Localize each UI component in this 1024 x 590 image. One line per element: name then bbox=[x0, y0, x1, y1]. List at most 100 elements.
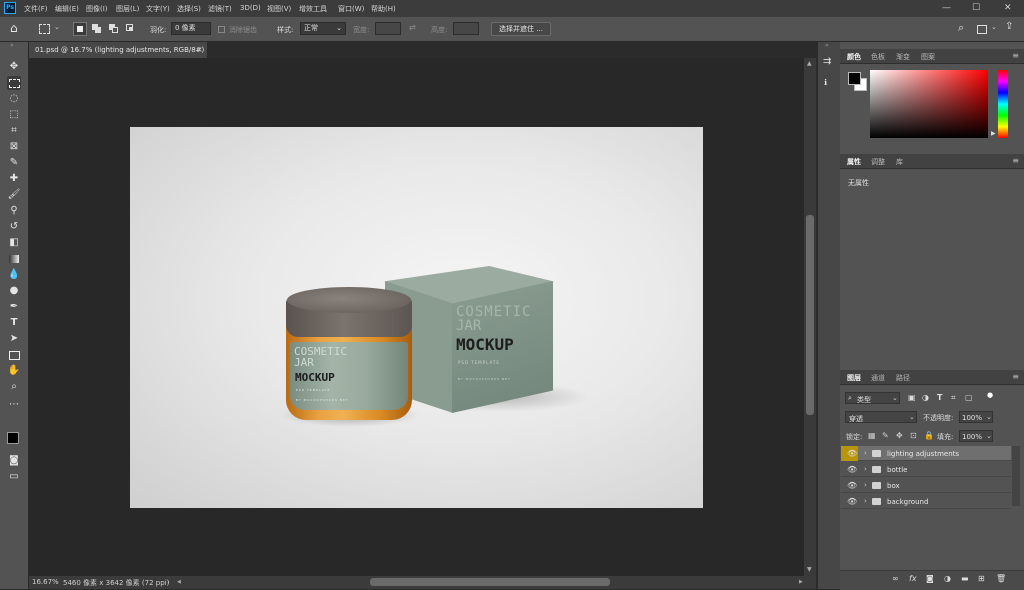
lock-all-icon[interactable]: 🔒 bbox=[924, 431, 934, 440]
link-layers-icon[interactable]: ∞ bbox=[892, 574, 899, 583]
layer-row[interactable]: 👁 › background bbox=[841, 494, 1011, 509]
menu-layer[interactable]: 图层(L) bbox=[116, 4, 139, 14]
foreground-color-swatch[interactable] bbox=[7, 432, 19, 444]
horizontal-scroll-thumb[interactable] bbox=[370, 578, 610, 586]
width-input[interactable] bbox=[375, 22, 401, 35]
tab-channels[interactable]: 通道 bbox=[871, 373, 885, 383]
swap-width-height-icon[interactable]: ⇄ bbox=[409, 23, 416, 32]
pen-tool-icon[interactable]: ✒ bbox=[7, 300, 21, 314]
more-tools-icon[interactable]: ⋯ bbox=[7, 398, 21, 412]
style-select[interactable]: 正常 ⌄ bbox=[300, 22, 346, 35]
panel-menu-icon[interactable]: ≡ bbox=[1012, 156, 1019, 165]
menu-help[interactable]: 帮助(H) bbox=[371, 4, 396, 14]
status-menu-arrow-icon[interactable]: › bbox=[167, 578, 170, 586]
document-tab[interactable]: 01.psd @ 16.7% (lighting adjustments, RG… bbox=[29, 42, 208, 58]
dodge-tool-icon[interactable]: ● bbox=[7, 284, 21, 298]
history-brush-tool-icon[interactable]: ↺ bbox=[7, 220, 21, 234]
type-tool-icon[interactable]: T bbox=[7, 316, 21, 330]
hand-tool-icon[interactable]: ✋ bbox=[7, 364, 21, 378]
layer-filter-select[interactable]: ⌕ 类型 ⌄ bbox=[845, 392, 900, 404]
panel-menu-icon[interactable]: ≡ bbox=[1012, 51, 1019, 60]
layer-row[interactable]: 👁 › bottle bbox=[841, 462, 1011, 477]
move-tool-icon[interactable]: ✥ bbox=[7, 60, 21, 74]
feather-input[interactable]: 0 像素 bbox=[171, 22, 211, 35]
menu-edit[interactable]: 编辑(E) bbox=[55, 4, 79, 14]
marquee-preset-picker[interactable]: ⌄ bbox=[36, 22, 64, 36]
crop-tool-icon[interactable]: ⌗ bbox=[7, 124, 21, 138]
new-layer-icon[interactable]: ⊞ bbox=[978, 574, 985, 583]
screen-mode-icon[interactable]: ▭ bbox=[7, 470, 21, 484]
brush-tool-icon[interactable]: 🖌 bbox=[7, 188, 21, 202]
lock-position-icon[interactable]: ✥ bbox=[896, 431, 903, 440]
chevron-down-icon[interactable]: ⌄ bbox=[991, 23, 997, 31]
menu-3d[interactable]: 3D(D) bbox=[240, 4, 261, 12]
tab-adjustments[interactable]: 调整 bbox=[871, 157, 885, 167]
tab-properties[interactable]: 属性 bbox=[847, 157, 861, 167]
menu-image[interactable]: 图像(I) bbox=[86, 4, 108, 14]
path-select-tool-icon[interactable]: ➤ bbox=[7, 332, 21, 346]
history-panel-icon[interactable]: ⇉ bbox=[823, 56, 831, 67]
minimize-icon[interactable]: — bbox=[942, 3, 951, 13]
new-selection-button[interactable] bbox=[73, 22, 87, 36]
share-icon[interactable]: ⇪ bbox=[1005, 21, 1013, 32]
search-icon[interactable]: ⌕ bbox=[958, 21, 964, 35]
adjustment-layer-icon[interactable]: ◑ bbox=[944, 574, 951, 583]
tab-libraries[interactable]: 库 bbox=[896, 157, 903, 167]
subtract-selection-button[interactable] bbox=[107, 22, 121, 36]
lock-image-icon[interactable]: ✎ bbox=[882, 431, 889, 440]
chevron-right-icon[interactable]: › bbox=[864, 449, 867, 457]
height-input[interactable] bbox=[453, 22, 479, 35]
layer-row[interactable]: 👁 › box bbox=[841, 478, 1011, 493]
close-tab-icon[interactable]: × bbox=[196, 45, 203, 54]
layers-scrollbar[interactable] bbox=[1012, 446, 1020, 506]
filter-type-icon[interactable]: T bbox=[937, 393, 942, 402]
tab-gradients[interactable]: 渐变 bbox=[896, 52, 910, 62]
collapse-arrows-icon[interactable]: « bbox=[10, 42, 14, 49]
expand-arrows-icon[interactable]: » bbox=[825, 42, 829, 49]
lasso-tool-icon[interactable]: ◌ bbox=[7, 92, 21, 106]
trash-icon[interactable]: 🗑 bbox=[996, 574, 1006, 583]
chevron-right-icon[interactable]: › bbox=[864, 497, 867, 505]
filter-shape-icon[interactable]: ⌗ bbox=[951, 393, 956, 403]
filter-toggle-icon[interactable]: ● bbox=[987, 391, 993, 399]
intersect-selection-button[interactable] bbox=[124, 22, 138, 36]
eyedropper-tool-icon[interactable]: ✎ bbox=[7, 156, 21, 170]
menu-window[interactable]: 窗口(W) bbox=[338, 4, 364, 14]
menu-filter[interactable]: 滤镜(T) bbox=[208, 4, 232, 14]
tab-color[interactable]: 颜色 bbox=[847, 52, 861, 62]
frame-tool-icon[interactable]: ⊠ bbox=[7, 140, 21, 154]
visibility-eye-icon[interactable]: 👁 bbox=[847, 481, 857, 490]
menu-view[interactable]: 视图(V) bbox=[267, 4, 291, 14]
document-canvas[interactable]: COSMETIC JAR MOCKUP PSD TEMPLATE BY MOCK… bbox=[130, 127, 703, 508]
scroll-down-icon[interactable]: ▼ bbox=[807, 566, 812, 573]
visibility-eye-icon[interactable]: 👁 bbox=[847, 497, 857, 506]
menu-plugins[interactable]: 增效工具 bbox=[299, 4, 327, 14]
hue-slider[interactable] bbox=[998, 70, 1008, 138]
quick-mask-icon[interactable]: ◙ bbox=[7, 454, 21, 468]
layer-row[interactable]: 👁 › lighting adjustments bbox=[841, 446, 1011, 461]
rectangle-tool-icon[interactable] bbox=[7, 348, 21, 362]
color-field-picker[interactable] bbox=[870, 70, 988, 138]
scroll-right-icon[interactable]: ▶ bbox=[799, 579, 803, 585]
scroll-up-icon[interactable]: ▲ bbox=[807, 60, 812, 67]
chevron-right-icon[interactable]: › bbox=[864, 481, 867, 489]
new-group-icon[interactable]: ▬ bbox=[961, 574, 969, 583]
clone-stamp-tool-icon[interactable]: ⚲ bbox=[7, 204, 21, 218]
tab-layers[interactable]: 图层 bbox=[847, 373, 861, 383]
visibility-eye-icon[interactable]: 👁 bbox=[847, 449, 857, 458]
chevron-right-icon[interactable]: › bbox=[864, 465, 867, 473]
scroll-left-icon[interactable]: ◀ bbox=[177, 579, 181, 585]
vertical-scroll-thumb[interactable] bbox=[806, 215, 814, 415]
tool-presets-icon[interactable]: ℹ bbox=[824, 78, 827, 87]
filter-smart-object-icon[interactable]: ▢ bbox=[965, 393, 973, 402]
close-window-icon[interactable]: ✕ bbox=[1004, 3, 1012, 13]
blend-mode-select[interactable]: 穿透 ⌄ bbox=[845, 411, 917, 423]
fx-icon[interactable]: fx bbox=[909, 574, 917, 583]
tab-patterns[interactable]: 图案 bbox=[921, 52, 935, 62]
workspace-icon[interactable] bbox=[977, 25, 987, 34]
eraser-tool-icon[interactable]: ◧ bbox=[7, 236, 21, 250]
opacity-input[interactable]: 100% ⌄ bbox=[959, 411, 993, 423]
blur-tool-icon[interactable]: 💧 bbox=[7, 268, 21, 282]
filter-adjustment-icon[interactable]: ◑ bbox=[922, 393, 929, 402]
home-icon[interactable]: ⌂ bbox=[10, 21, 28, 35]
